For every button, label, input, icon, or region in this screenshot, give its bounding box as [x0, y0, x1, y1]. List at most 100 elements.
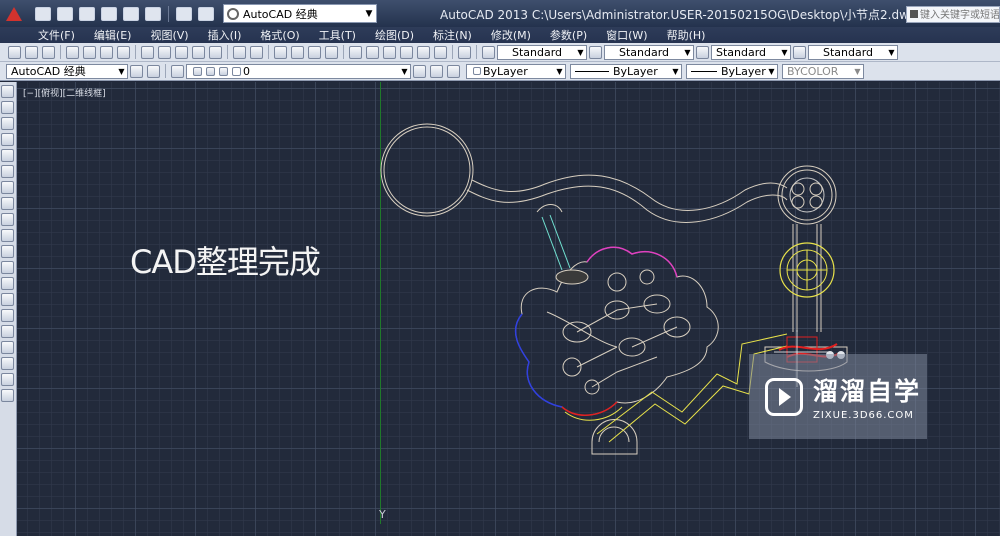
text-style-select[interactable]: Standard ▼	[497, 44, 587, 60]
make-current-icon[interactable]	[413, 64, 426, 78]
undo-icon[interactable]	[233, 45, 246, 59]
polygon-icon[interactable]	[1, 133, 14, 146]
menu-help[interactable]: 帮助(H)	[667, 27, 706, 43]
copy-icon[interactable]	[158, 45, 171, 59]
bridge-dock	[555, 269, 589, 285]
text-style-value: Standard	[512, 45, 563, 59]
properties-icon[interactable]	[349, 45, 362, 59]
linetype-select[interactable]: ByLayer ▼	[570, 63, 682, 79]
linetype-preview	[575, 70, 609, 72]
help-icon[interactable]	[458, 45, 471, 59]
menu-dimension[interactable]: 标注(N)	[433, 27, 472, 43]
publish-icon[interactable]	[100, 45, 113, 59]
layer-properties-icon[interactable]	[171, 64, 184, 78]
autocad-logo-icon[interactable]	[0, 0, 28, 27]
paste-icon[interactable]	[175, 45, 188, 59]
layer-previous-icon[interactable]	[430, 64, 443, 78]
ellipse-icon[interactable]	[1, 229, 14, 242]
workspace-select[interactable]: AutoCAD 经典 ▼	[223, 4, 377, 23]
color-swatch-icon	[473, 67, 481, 75]
drawing-canvas[interactable]: [−][俯视][二维线框] Y CAD整理完成	[17, 82, 1000, 536]
print-icon[interactable]	[145, 6, 161, 21]
dim-style-icon[interactable]	[589, 45, 602, 59]
plotstyle-select[interactable]: BYCOLOR ▼	[782, 63, 864, 79]
qnew-icon[interactable]	[8, 45, 21, 59]
redo-icon[interactable]	[250, 45, 263, 59]
plot-icon[interactable]	[123, 6, 139, 21]
circle-icon[interactable]	[1, 181, 14, 194]
block-editor-icon[interactable]	[209, 45, 222, 59]
text-style-icon[interactable]	[482, 45, 495, 59]
spline-icon[interactable]	[1, 213, 14, 226]
zoom-previous-icon[interactable]	[325, 45, 338, 59]
match-properties-icon[interactable]	[192, 45, 205, 59]
hatch-icon[interactable]	[1, 309, 14, 322]
standard-toolbar: Standard ▼ Standard ▼ Standard ▼ Standard ▼	[0, 43, 1000, 62]
search-input[interactable]: 键入关键字或短语	[906, 6, 1000, 23]
workspace-save-icon[interactable]	[147, 64, 160, 78]
menu-file[interactable]: 文件(F)	[38, 27, 75, 43]
make-block-icon[interactable]	[1, 277, 14, 290]
pan-icon[interactable]	[274, 45, 287, 59]
menu-view[interactable]: 视图(V)	[150, 27, 188, 43]
menu-insert[interactable]: 插入(I)	[208, 27, 242, 43]
point-icon[interactable]	[1, 293, 14, 306]
menu-draw[interactable]: 绘图(D)	[375, 27, 414, 43]
color-value: ByLayer	[483, 64, 528, 78]
markup-icon[interactable]	[417, 45, 430, 59]
construction-line-icon[interactable]	[1, 101, 14, 114]
layer-select[interactable]: 0 ▼	[186, 63, 411, 79]
save-icon[interactable]	[79, 6, 95, 21]
gradient-icon[interactable]	[1, 325, 14, 338]
menu-format[interactable]: 格式(O)	[260, 27, 299, 43]
arc-icon[interactable]	[1, 165, 14, 178]
sheet-set-icon[interactable]	[400, 45, 413, 59]
preview-icon[interactable]	[83, 45, 96, 59]
separator	[268, 45, 269, 59]
open-icon[interactable]	[25, 45, 38, 59]
quickcalc-icon[interactable]	[434, 45, 447, 59]
open-icon[interactable]	[57, 6, 73, 21]
region-icon[interactable]	[1, 341, 14, 354]
ellipse-arc-icon[interactable]	[1, 245, 14, 258]
zoom-window-icon[interactable]	[308, 45, 321, 59]
lineweight-select[interactable]: ByLayer ▼	[686, 63, 778, 79]
menu-window[interactable]: 窗口(W)	[606, 27, 647, 43]
insert-block-icon[interactable]	[1, 261, 14, 274]
mleader-style-select[interactable]: Standard ▼	[808, 44, 898, 60]
new-icon[interactable]	[35, 6, 51, 21]
table-icon[interactable]	[1, 357, 14, 370]
zoom-realtime-icon[interactable]	[291, 45, 304, 59]
undo-icon[interactable]	[176, 6, 192, 21]
chevron-down-icon: ▼	[365, 8, 373, 19]
mleader-style-icon[interactable]	[793, 45, 806, 59]
line-icon[interactable]	[1, 85, 14, 98]
workspace-combo[interactable]: AutoCAD 经典 ▼	[6, 63, 128, 79]
design-center-icon[interactable]	[366, 45, 379, 59]
workspace-settings-icon[interactable]	[130, 64, 143, 78]
menu-modify[interactable]: 修改(M)	[491, 27, 531, 43]
table-style-select[interactable]: Standard ▼	[711, 44, 791, 60]
window-title: AutoCAD 2013 C:\Users\Administrator.USER…	[440, 8, 917, 22]
menu-parameters[interactable]: 参数(P)	[550, 27, 587, 43]
3d-publish-icon[interactable]	[117, 45, 130, 59]
table-style-icon[interactable]	[696, 45, 709, 59]
revision-cloud-icon[interactable]	[1, 197, 14, 210]
rectangle-icon[interactable]	[1, 149, 14, 162]
multiline-text-icon[interactable]	[1, 373, 14, 386]
polyline-icon[interactable]	[1, 117, 14, 130]
dim-style-select[interactable]: Standard ▼	[604, 44, 694, 60]
add-selected-icon[interactable]	[1, 389, 14, 402]
layer-state-icon[interactable]	[447, 64, 460, 78]
menu-edit[interactable]: 编辑(E)	[94, 27, 132, 43]
tool-palettes-icon[interactable]	[383, 45, 396, 59]
cut-icon[interactable]	[141, 45, 154, 59]
menu-tools[interactable]: 工具(T)	[319, 27, 356, 43]
color-select[interactable]: ByLayer ▼	[466, 63, 566, 79]
redo-icon[interactable]	[198, 6, 214, 21]
separator	[168, 5, 169, 22]
save-icon[interactable]	[42, 45, 55, 59]
saveas-icon[interactable]	[101, 6, 117, 21]
chevron-down-icon: ▼	[577, 47, 584, 57]
plot-icon[interactable]	[66, 45, 79, 59]
